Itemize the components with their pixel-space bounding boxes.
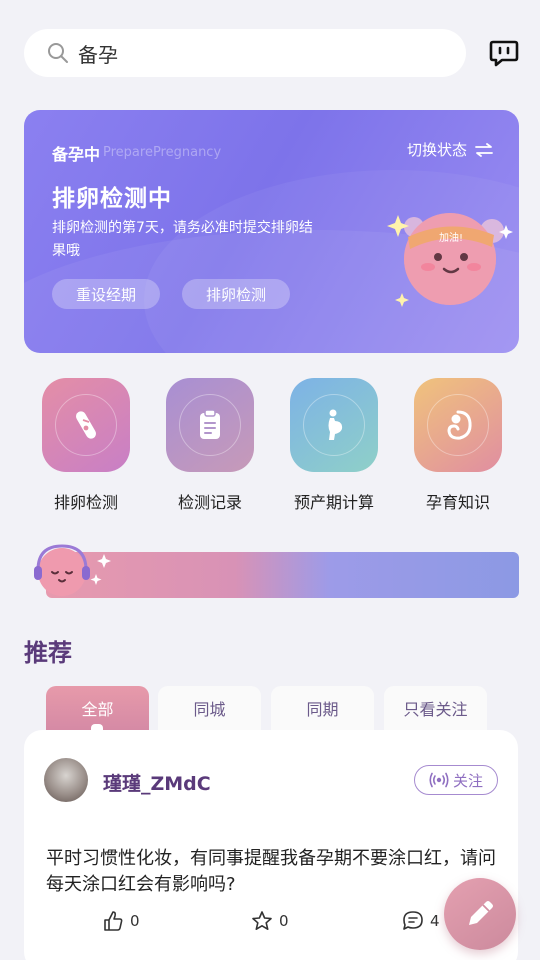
search-bar[interactable]: 备孕 bbox=[24, 29, 466, 77]
tab-label: 全部 bbox=[81, 700, 114, 719]
tool-tile[interactable] bbox=[42, 378, 130, 472]
clipboard-icon bbox=[200, 409, 220, 439]
pencil-icon bbox=[469, 901, 493, 925]
thumbs-up-icon bbox=[104, 911, 123, 931]
comment-count: 4 bbox=[430, 912, 440, 930]
tab-same-period[interactable]: 同期 bbox=[271, 686, 374, 730]
star-icon bbox=[252, 911, 272, 930]
swap-icon bbox=[475, 142, 493, 157]
message-icon[interactable] bbox=[488, 37, 520, 69]
tool-due-date-calculator[interactable]: 预产期计算 bbox=[290, 378, 378, 512]
tab-label: 同城 bbox=[193, 700, 226, 719]
ovulation-test-button[interactable]: 排卵检测 bbox=[182, 279, 290, 309]
reset-period-button[interactable]: 重设经期 bbox=[52, 279, 160, 309]
tool-label: 孕育知识 bbox=[425, 493, 490, 512]
tab-all[interactable]: 全部 bbox=[46, 686, 149, 730]
post-author[interactable]: 瑾瑾_ZMdC bbox=[103, 769, 211, 796]
post-text[interactable]: 平时习惯性化妆，有同事提醒我备孕期不要涂口红，请问每天涂口红会有影响吗? bbox=[46, 846, 506, 898]
follow-button[interactable]: 关注 bbox=[414, 765, 498, 795]
hero-title: 排卵检测中 bbox=[52, 186, 172, 212]
follow-label: 关注 bbox=[452, 771, 483, 790]
test-strip-icon bbox=[76, 411, 96, 439]
tab-same-city[interactable]: 同城 bbox=[158, 686, 261, 730]
tab-following-only[interactable]: 只看关注 bbox=[384, 686, 487, 730]
mascot-badge: 加油! bbox=[439, 231, 463, 244]
tool-tile[interactable] bbox=[290, 378, 378, 472]
mascot-illustration: 加油! bbox=[387, 213, 513, 307]
status-label: 备孕中 bbox=[52, 145, 101, 164]
avatar[interactable] bbox=[44, 758, 88, 802]
comment-icon bbox=[403, 911, 423, 930]
section-title: 推荐 bbox=[24, 639, 72, 667]
like-count: 0 bbox=[130, 912, 140, 930]
status-label-en: PreparePregnancy bbox=[103, 145, 222, 160]
tool-pregnancy-knowledge[interactable]: 孕育知识 bbox=[414, 378, 502, 512]
hero-description: 排卵检测的第7天，请务必准时提交排卵结果哦 bbox=[52, 220, 313, 259]
search-icon bbox=[48, 43, 68, 63]
broadcast-icon bbox=[429, 772, 449, 788]
tab-label: 只看关注 bbox=[403, 700, 468, 719]
post-card[interactable]: 瑾瑾_ZMdC 关注 平时习惯性化妆，有同事提醒我备孕期不要涂口红，请问每天涂口… bbox=[24, 730, 518, 960]
search-input[interactable]: 备孕 bbox=[78, 39, 118, 68]
compose-post-button[interactable] bbox=[444, 878, 516, 950]
comment-button[interactable]: 4 bbox=[402, 910, 440, 932]
banner-mascot-illustration bbox=[34, 544, 111, 596]
switch-status-label: 切换状态 bbox=[406, 141, 467, 159]
tool-ovulation-test[interactable]: 排卵检测 bbox=[42, 378, 130, 512]
pregnant-figure-icon bbox=[328, 409, 343, 440]
like-button[interactable]: 0 bbox=[102, 910, 140, 932]
tab-label: 同期 bbox=[306, 700, 339, 719]
fetus-icon bbox=[447, 410, 472, 440]
favorite-count: 0 bbox=[279, 912, 289, 930]
pregnancy-status-card[interactable]: 备孕中 PreparePregnancy 切换状态 排卵检测中 排卵检测的第7天… bbox=[24, 110, 519, 353]
tool-tile[interactable] bbox=[166, 378, 254, 472]
tool-tile[interactable] bbox=[414, 378, 502, 472]
favorite-button[interactable]: 0 bbox=[251, 910, 289, 932]
tool-test-records[interactable]: 检测记录 bbox=[166, 378, 254, 512]
switch-status-button[interactable]: 切换状态 bbox=[407, 139, 493, 160]
